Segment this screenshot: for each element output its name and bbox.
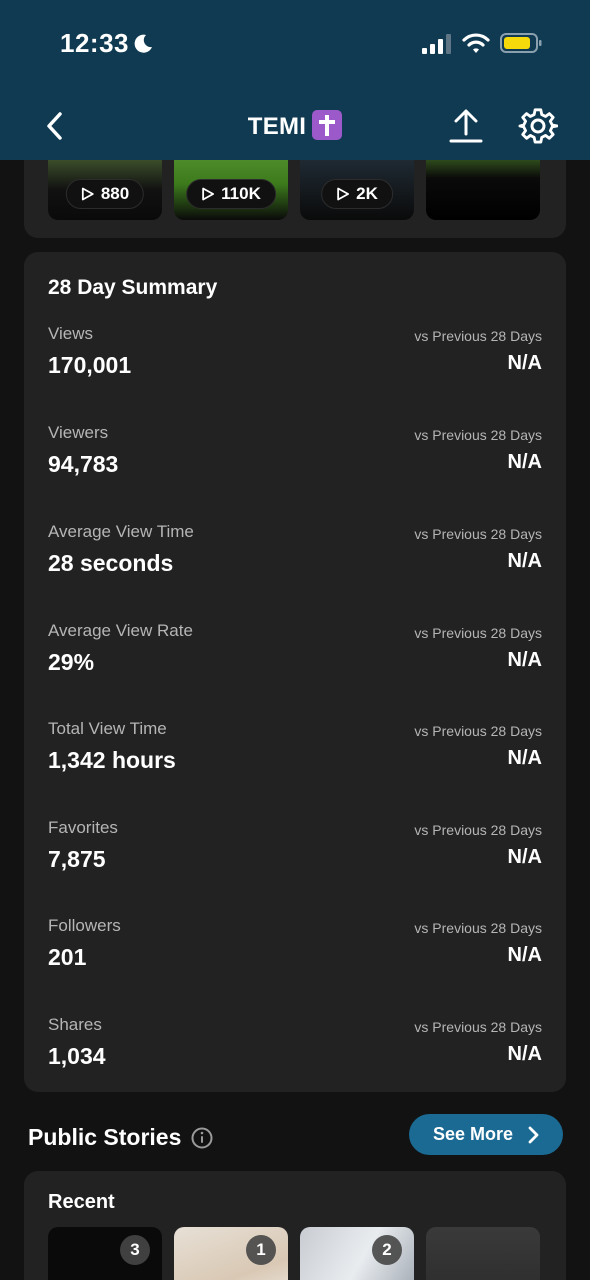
story-thumbnail[interactable]: 1 [174,1227,288,1280]
metric-change: N/A [507,747,542,769]
wifi-icon [462,33,490,53]
snap-thumbnail[interactable]: 110K [174,160,288,220]
metric-value: 28 seconds [48,550,174,576]
see-more-label: See More [432,1124,514,1144]
metric-total-view-time: Total View Time 1,342 hours vs Previous … [24,719,566,809]
signal-icon [422,34,451,54]
story-count-badge: 3 [120,1235,150,1265]
metric-value: 94,783 [48,451,119,477]
recent-stories-card: Recent 3 1 2 [24,1171,566,1280]
metric-compare-label: vs Previous 28 Days [414,1019,542,1035]
story-count-badge: 1 [246,1235,276,1265]
view-count-pill: 110K [186,179,276,209]
public-stories-title: Public Stories [28,1124,182,1150]
view-count: 880 [100,184,130,203]
metric-label: Shares [48,1015,102,1034]
story-thumbnail[interactable] [426,1227,540,1280]
metric-label: Viewers [48,423,109,442]
moon-icon [134,34,152,53]
metric-change: N/A [507,451,542,473]
metric-compare-label: vs Previous 28 Days [414,822,542,838]
profile-name: TEMI [247,113,307,140]
summary-title: 28 Day Summary [48,276,218,299]
view-count: 2K [356,184,378,203]
metric-compare-label: vs Previous 28 Days [414,625,542,641]
metric-change: N/A [507,550,542,572]
metric-average-view-rate: Average View Rate 29% vs Previous 28 Day… [24,621,566,711]
metric-change: N/A [507,649,542,671]
recent-title: Recent [48,1191,115,1213]
snap-thumbnail[interactable] [426,160,540,220]
gear-icon[interactable] [518,106,558,146]
status-bar: 12:33 [0,0,590,90]
public-stories-heading: Public Stories [28,1124,213,1151]
battery-icon [500,33,542,53]
metric-favorites: Favorites 7,875 vs Previous 28 Days N/A [24,818,566,908]
story-thumbnail[interactable]: 3 [48,1227,162,1280]
latin-cross-icon [312,110,343,140]
info-icon[interactable] [191,1127,213,1149]
metric-value: 1,342 hours [48,747,176,773]
metric-change: N/A [507,352,542,374]
chevron-right-icon [528,1126,539,1143]
metric-compare-label: vs Previous 28 Days [414,526,542,542]
metric-label: Followers [48,916,121,935]
metric-average-view-time: Average View Time 28 seconds vs Previous… [24,522,566,612]
see-more-button[interactable]: See More [409,1114,563,1155]
play-icon [337,187,350,201]
story-thumbnail[interactable]: 2 [300,1227,414,1280]
metric-value: 29% [48,649,95,675]
upload-icon[interactable] [448,108,484,144]
snap-thumbnail[interactable]: 880 [48,160,162,220]
metric-label: Favorites [48,818,118,837]
metric-viewers: Viewers 94,783 vs Previous 28 Days N/A [24,423,566,513]
metric-value: 7,875 [48,846,106,872]
view-count: 110K [221,184,261,203]
metric-shares: Shares 1,034 vs Previous 28 Days N/A [24,1015,566,1105]
summary-card: 28 Day Summary Views 170,001 vs Previous… [24,252,566,1092]
nav-bar: TEMI [0,90,590,160]
metric-label: Average View Time [48,522,194,541]
app-header: 12:33 TEMI [0,0,590,160]
metric-change: N/A [507,944,542,966]
view-count-pill: 2K [321,179,393,209]
metric-change: N/A [507,1043,542,1065]
metric-label: Average View Rate [48,621,193,640]
play-icon [81,187,94,201]
metric-value: 1,034 [48,1043,106,1069]
metric-change: N/A [507,846,542,868]
metric-value: 170,001 [48,352,132,378]
profile-title: TEMI [0,110,590,141]
metric-views: Views 170,001 vs Previous 28 Days N/A [24,324,566,414]
metric-compare-label: vs Previous 28 Days [414,427,542,443]
metric-compare-label: vs Previous 28 Days [414,723,542,739]
metric-compare-label: vs Previous 28 Days [414,920,542,936]
view-count-pill: 880 [65,179,145,209]
snap-thumbnail[interactable]: 2K [300,160,414,220]
story-count-badge: 2 [372,1235,402,1265]
metric-compare-label: vs Previous 28 Days [414,328,542,344]
play-icon [202,187,215,201]
metric-followers: Followers 201 vs Previous 28 Days N/A [24,916,566,1006]
metric-value: 201 [48,944,87,970]
metric-label: Total View Time [48,719,167,738]
metric-label: Views [48,324,94,343]
status-time: 12:33 [60,28,129,58]
